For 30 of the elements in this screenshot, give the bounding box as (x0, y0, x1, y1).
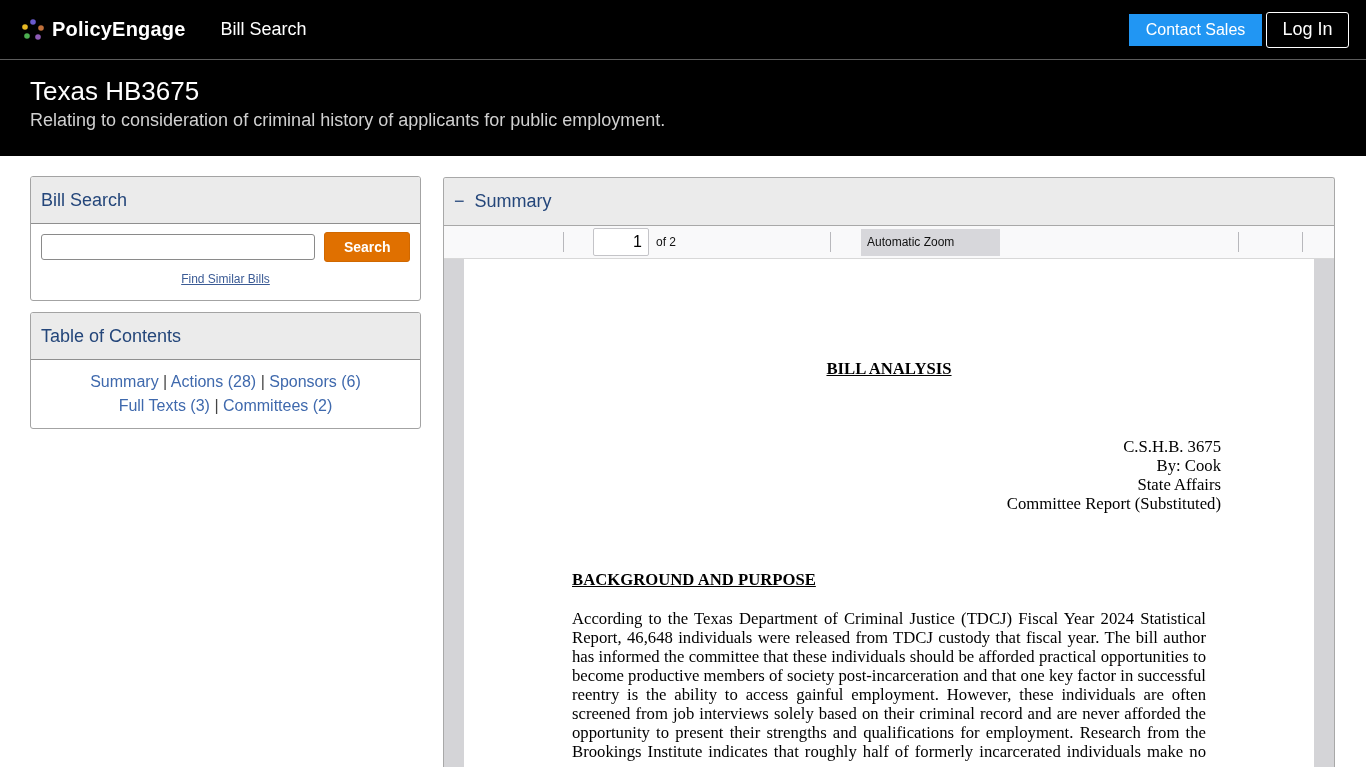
zoom-select[interactable]: Automatic Zoom (861, 228, 1000, 256)
collapse-toggle[interactable]: − (454, 191, 465, 212)
meta-line: Committee Report (Substituted) (1006, 494, 1221, 513)
separator-text: | (260, 373, 265, 390)
meta-line: C.S.H.B. 3675 (1123, 437, 1221, 456)
meta-line: State Affairs (1137, 475, 1221, 494)
bill-title: Texas HB3675 (30, 76, 200, 106)
meta-line: By: Cook (1156, 456, 1221, 475)
toc-link[interactable]: Committees (2) (223, 397, 333, 414)
toc-link[interactable]: Summary (90, 373, 159, 390)
page-count: of 2 (656, 235, 676, 249)
toc-link[interactable]: Sponsors (6) (269, 373, 361, 390)
panel-title[interactable]: Summary (474, 191, 552, 212)
separator-text: | (214, 397, 219, 414)
nav-link[interactable]: Bill Search (220, 19, 307, 40)
section-heading: BACKGROUND AND PURPOSE (572, 570, 816, 589)
card-title: Bill Search (31, 177, 420, 224)
card-title: Table of Contents (31, 313, 420, 360)
login-button[interactable]: Log In (1266, 11, 1349, 48)
search-field[interactable] (41, 234, 316, 260)
bill-subtitle: Relating to consideration of criminal history of applicants for public employment. (30, 110, 666, 131)
logo-dots-icon (22, 18, 44, 41)
separator-text: | (163, 373, 168, 390)
find-similar-link[interactable]: Find Similar Bills (181, 272, 270, 286)
toc-link[interactable]: Full Texts (3) (118, 397, 210, 414)
page-number-field[interactable]: 1 (593, 228, 649, 256)
brand-name: PolicyEngage (52, 18, 186, 41)
document-heading: BILL ANALYSIS (826, 359, 952, 378)
toc-link[interactable]: Actions (28) (170, 373, 257, 390)
section-paragraph: According to the Texas Department of Criminal Justice (TDCJ) Fiscal Year 2024 Statistical Report, 46,648 individuals were released from TDCJ custody that fiscal year. The bill author has informed the committee that these individuals should be afforded practical opportunities to become productive members of society post-incarceration and that one key factor in successful reentry is the ability to access gainful employment. However, these individuals are often screened from job interviews solely based on their criminal record and are never afforded the opportunity to present their strengths and qualifications for employment. Research from the Brookings Institute indicates that roughly half of formerly incarcerated individuals make no (572, 609, 1206, 761)
